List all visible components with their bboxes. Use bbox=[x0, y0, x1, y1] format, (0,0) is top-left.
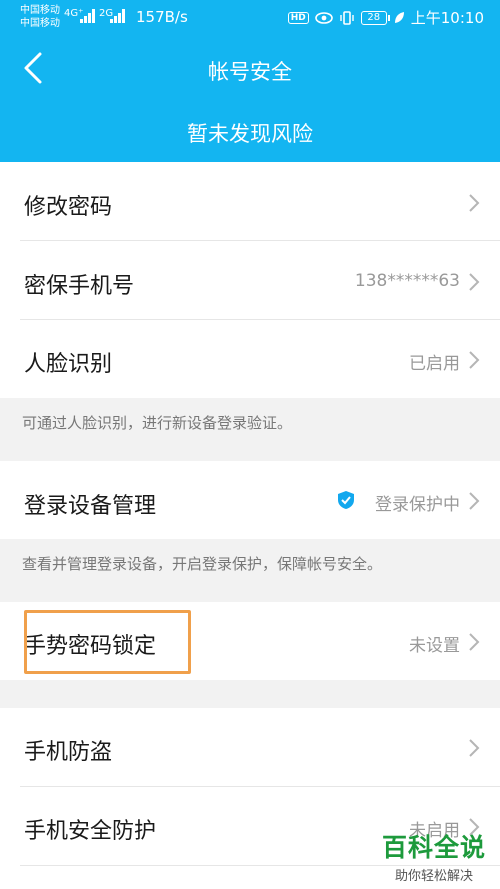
row-value: 未设置 bbox=[409, 636, 460, 656]
watermark-title: 百科全说 bbox=[381, 833, 486, 862]
shield-icon bbox=[338, 491, 354, 509]
row-label: 人脸识别 bbox=[24, 352, 113, 377]
row-value: 138******63 bbox=[354, 271, 460, 291]
watermark: 百科全说 助你轻松解决 bbox=[382, 828, 486, 884]
risk-status: 暂未发现风险 bbox=[187, 122, 313, 146]
carrier-2: 中国移动 bbox=[20, 18, 60, 29]
highlight-box bbox=[24, 610, 191, 674]
clock: 上午10:10 bbox=[410, 9, 484, 27]
chevron-right-icon bbox=[469, 194, 480, 212]
row-label: 密保手机号 bbox=[24, 274, 135, 299]
row-value: 登录保护中 bbox=[375, 495, 460, 515]
hd-icon: HD bbox=[287, 11, 309, 24]
battery-icon: 28 bbox=[360, 10, 390, 25]
page-title: 帐号安全 bbox=[208, 60, 292, 84]
carrier-1: 中国移动 bbox=[20, 5, 60, 16]
face-note: 可通过人脸识别，进行新设备登录验证。 bbox=[22, 414, 293, 432]
status-right: HD 28 上午10:10 bbox=[287, 7, 484, 28]
eye-icon bbox=[314, 11, 333, 24]
row-change-password[interactable]: 修改密码 bbox=[0, 162, 500, 240]
top-bar: 中国移动 中国移动 4G⁺ 2G 157B/s HD 28 上午10:10 帐号… bbox=[0, 0, 500, 162]
chevron-right-icon bbox=[469, 351, 480, 369]
row-label: 登录设备管理 bbox=[24, 494, 157, 519]
row-label: 修改密码 bbox=[24, 195, 113, 220]
network-speed: 157B/s bbox=[136, 8, 188, 26]
status-bar: 中国移动 中国移动 4G⁺ 2G 157B/s HD 28 上午10:10 bbox=[0, 0, 500, 34]
row-device-management[interactable]: 登录设备管理 登录保护中 bbox=[0, 461, 500, 539]
device-note: 查看并管理登录设备，开启登录保护，保障帐号安全。 bbox=[22, 555, 383, 573]
vibrate-icon bbox=[340, 10, 354, 25]
signal-icon bbox=[80, 9, 95, 23]
row-security-phone[interactable]: 密保手机号 138******63 bbox=[0, 241, 500, 319]
row-face-recognition[interactable]: 人脸识别 已启用 bbox=[0, 320, 500, 398]
chevron-right-icon bbox=[469, 739, 480, 757]
account-group: 修改密码 密保手机号 138******63 人脸识别 已启用 bbox=[0, 162, 500, 398]
row-label: 手机防盗 bbox=[24, 740, 113, 765]
row-value: 已启用 bbox=[409, 354, 460, 374]
leaf-icon bbox=[394, 11, 404, 23]
chevron-right-icon bbox=[469, 273, 480, 291]
chevron-right-icon bbox=[469, 492, 480, 510]
watermark-subtitle: 助你轻松解决 bbox=[394, 869, 473, 884]
carrier-labels: 中国移动 中国移动 bbox=[20, 4, 60, 30]
row-anti-theft[interactable]: 手机防盗 bbox=[0, 708, 500, 786]
row-label: 手机安全防护 bbox=[24, 819, 157, 844]
chevron-right-icon bbox=[469, 633, 480, 651]
signal-icon-2 bbox=[110, 9, 125, 23]
